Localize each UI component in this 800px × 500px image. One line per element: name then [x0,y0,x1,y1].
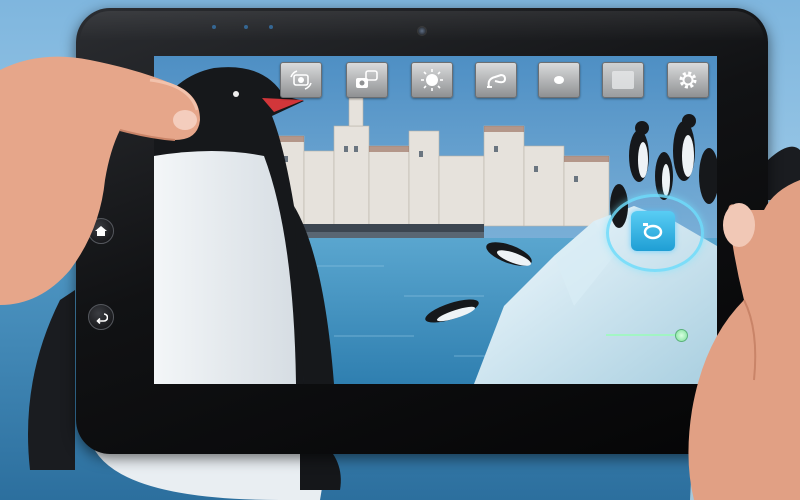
flash-icon [487,73,507,88]
settings-button[interactable] [667,62,709,98]
sensor-indicator [269,25,273,29]
exposure-icon [421,69,443,91]
switch-camera-button[interactable] [280,62,322,98]
back-icon [96,313,108,324]
exposure-button[interactable] [411,62,453,98]
switch-camera-icon [290,70,312,90]
effects-button[interactable] [346,62,388,98]
left-hand [0,56,200,306]
camera-icon [643,223,663,240]
sensor-indicator [244,25,248,29]
focus-mode-icon [554,76,564,84]
white-balance-button[interactable] [602,62,644,98]
camera-toolbar [154,56,717,106]
flash-button[interactable] [475,62,517,98]
effects-icon [356,70,378,88]
right-hand [688,180,800,500]
front-camera [417,26,427,36]
focus-mode-button[interactable] [538,62,580,98]
sensor-indicator [212,25,216,29]
settings-gear-icon [679,71,697,89]
shutter-button[interactable] [631,211,675,251]
white-balance-icon [612,71,634,89]
camera-viewfinder[interactable] [154,56,717,384]
